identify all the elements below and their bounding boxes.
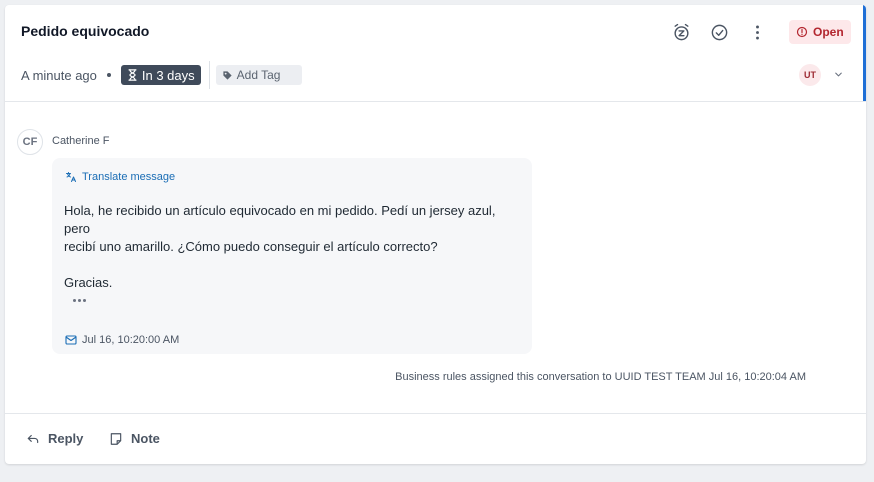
sender-name: Catherine F <box>52 135 110 147</box>
conversation-title: Pedido equivocado <box>21 23 150 39</box>
reply-label: Reply <box>48 431 84 446</box>
sender-avatar: CF <box>17 129 43 155</box>
divider <box>208 61 210 89</box>
status-badge[interactable]: Open <box>789 20 851 44</box>
message-line: recibí uno amarillo. ¿Cómo puedo consegu… <box>64 239 438 254</box>
alert-circle-icon <box>796 26 808 38</box>
separator-dot <box>106 73 111 77</box>
message-line: Hola, he recibido un artículo equivocado… <box>64 203 496 218</box>
reply-arrow-icon <box>27 434 39 443</box>
email-icon <box>65 335 77 345</box>
conversation-header: Pedido equivocado Open A minute ago In 3… <box>5 5 866 102</box>
status-label: Open <box>813 25 844 39</box>
show-more-dots-icon[interactable] <box>69 293 89 307</box>
sla-label: In 3 days <box>141 67 195 83</box>
reply-footer: Reply Note <box>5 413 866 464</box>
meta-row: A minute ago In 3 days Add Tag <box>21 61 302 89</box>
sla-badge[interactable]: In 3 days <box>120 65 201 85</box>
resolve-check-icon[interactable] <box>708 21 730 43</box>
translate-icon <box>66 172 76 182</box>
time-ago: A minute ago <box>21 67 97 83</box>
snooze-icon[interactable] <box>670 21 692 43</box>
message-bubble: Translate message Hola, he recibido un a… <box>52 158 532 354</box>
assignee-avatar[interactable]: UT <box>799 64 821 86</box>
timestamp-label: Jul 16, 10:20:00 AM <box>82 334 180 346</box>
message-line: pero <box>64 221 91 236</box>
message-timestamp: Jul 16, 10:20:00 AM <box>65 334 179 346</box>
activity-message: Business rules assigned this conversatio… <box>395 371 806 383</box>
hourglass-icon <box>128 69 137 81</box>
translate-label: Translate message <box>82 171 176 183</box>
message-line: Gracias. <box>64 275 113 290</box>
more-vertical-icon[interactable] <box>746 21 768 43</box>
add-tag-button[interactable]: Add Tag <box>215 65 302 85</box>
reply-button[interactable]: Reply <box>26 431 83 446</box>
note-icon <box>110 432 122 445</box>
tag-icon <box>223 70 232 80</box>
translate-message-link[interactable]: Translate message <box>65 171 175 183</box>
add-tag-label: Add Tag <box>236 68 281 82</box>
note-button[interactable]: Note <box>109 431 160 446</box>
chevron-down-icon[interactable] <box>831 67 845 81</box>
conversation-card: Pedido equivocado Open A minute ago In 3… <box>5 5 866 464</box>
note-label: Note <box>131 431 160 446</box>
